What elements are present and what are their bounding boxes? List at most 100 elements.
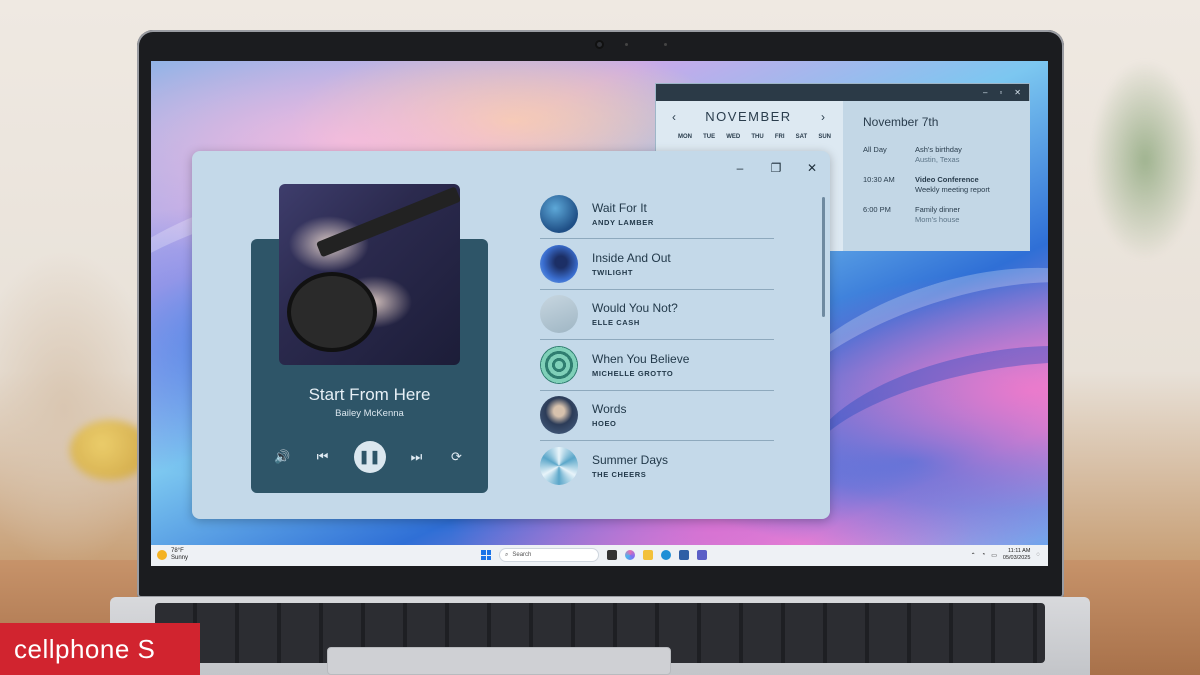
next-track-icon[interactable]: ⏭ xyxy=(408,449,426,465)
guitar-neck xyxy=(316,186,460,258)
search-placeholder: Search xyxy=(512,552,532,558)
song-artist: ELLE CASH xyxy=(592,318,640,328)
song-title: Summer Days xyxy=(592,453,669,468)
playlist-item[interactable]: Would You Not? ELLE CASH xyxy=(540,290,774,341)
calendar-minimize-button[interactable]: – xyxy=(983,88,987,97)
agenda-event[interactable]: 6:00 PM Family dinner Mom's house xyxy=(843,205,1030,225)
song-title: Inside And Out xyxy=(592,251,671,266)
calendar-weekday-row: MON TUE WED THU FRI SAT SUN xyxy=(656,124,843,140)
event-title: Ash's birthday xyxy=(915,145,962,154)
close-button[interactable]: ✕ xyxy=(806,161,818,175)
event-title: Family dinner xyxy=(915,205,961,214)
system-tray: ⌃ ◔ ▭ 11:11 AM 05/03/2025 ◌ xyxy=(971,548,1040,562)
calendar-close-button[interactable]: ✕ xyxy=(1014,88,1021,97)
taskbar-apps: ⌕ Search xyxy=(481,548,707,562)
store-icon[interactable] xyxy=(679,550,689,560)
calendar-month-label: NOVEMBER xyxy=(705,109,792,124)
weekday-fri: FRI xyxy=(774,134,785,140)
search-icon: ⌕ xyxy=(505,551,509,558)
weather-widget[interactable]: 78°F Sunny xyxy=(157,548,188,562)
event-subtitle: Mom's house xyxy=(915,215,960,224)
song-artist: HOEO xyxy=(592,419,617,429)
restore-button[interactable]: ❐ xyxy=(770,161,782,175)
now-playing-title: Start From Here xyxy=(308,385,431,404)
song-title: Would You Not? xyxy=(592,301,678,316)
playback-controls: 🔊 ⏮ ❚❚ ⏭ ⟳ xyxy=(251,441,488,473)
now-playing-artist: Bailey McKenna xyxy=(335,408,404,419)
event-subtitle: Austin, Texas xyxy=(915,155,960,164)
song-thumbnail xyxy=(540,345,578,384)
clock-date: 05/03/2025 xyxy=(1002,555,1031,561)
song-thumbnail xyxy=(540,245,578,284)
song-thumbnail xyxy=(540,194,578,233)
pause-button[interactable]: ❚❚ xyxy=(353,441,386,473)
music-player-window: – ❐ ✕ Start From Here Bailey McKenna 🔊 ⏮… xyxy=(192,151,830,519)
sensor-dot xyxy=(664,43,667,46)
copilot-icon[interactable] xyxy=(625,550,635,560)
song-title: When You Believe xyxy=(592,351,690,366)
guitar-body xyxy=(287,272,377,352)
minimize-button[interactable]: – xyxy=(734,161,746,175)
song-title: Words xyxy=(592,402,627,417)
webcam-icon xyxy=(595,40,604,49)
event-time: 10:30 AM xyxy=(863,175,895,184)
calendar-titlebar: – ▫ ✕ xyxy=(656,84,1029,101)
playlist: Wait For It ANDY LAMBER Inside And Out T… xyxy=(540,189,774,491)
playlist-scrollbar[interactable] xyxy=(822,197,825,317)
weekday-sat: SAT xyxy=(795,134,808,140)
background-plant xyxy=(1090,60,1200,260)
playlist-item[interactable]: Words HOEO xyxy=(540,391,774,441)
song-artist: ANDY LAMBER xyxy=(592,217,654,227)
weather-temp: 78°F xyxy=(171,548,184,554)
playlist-item[interactable]: Wait For It ANDY LAMBER xyxy=(540,189,774,240)
playlist-item[interactable]: When You Believe MICHELLE GROTTO xyxy=(540,340,774,391)
notification-bell-icon[interactable]: ◌ xyxy=(1036,552,1040,558)
background-decor xyxy=(0,250,160,570)
sun-icon xyxy=(157,550,167,560)
weekday-mon: MON xyxy=(678,134,692,140)
weekday-thu: THU xyxy=(751,134,764,140)
song-artist: MICHELLE GROTTO xyxy=(592,368,674,378)
song-thumbnail xyxy=(540,447,578,486)
wifi-icon[interactable]: ◔ xyxy=(982,552,986,558)
calendar-agenda: November 7th All Day Ash's birthday Aust… xyxy=(843,101,1030,251)
song-artist: TWILIGHT xyxy=(592,268,634,278)
taskbar: 78°F Sunny ⌕ Search ⌃ ◔ ▭ 11:11 AM 05/03… xyxy=(151,545,1048,566)
clock-time: 11:11 AM xyxy=(1008,548,1031,554)
windows-start-icon[interactable] xyxy=(481,550,491,560)
edge-icon[interactable] xyxy=(661,550,671,560)
album-cover xyxy=(279,184,460,365)
agenda-event[interactable]: 10:30 AM Video Conference Weekly meeting… xyxy=(843,175,1030,195)
chevron-up-icon[interactable]: ⌃ xyxy=(971,552,976,559)
teams-icon[interactable] xyxy=(697,550,707,560)
weather-desc: Sunny xyxy=(171,555,189,561)
song-title: Wait For It xyxy=(592,200,647,215)
task-view-icon[interactable] xyxy=(607,550,617,560)
weekday-wed: WED xyxy=(726,134,741,140)
battery-icon[interactable]: ▭ xyxy=(991,552,997,559)
calendar-maximize-button[interactable]: ▫ xyxy=(999,88,1002,97)
event-time: All Day xyxy=(863,145,887,154)
window-controls: – ❐ ✕ xyxy=(734,161,818,175)
volume-icon[interactable]: 🔊 xyxy=(274,449,292,465)
playlist-item[interactable]: Summer Days THE CHEERS xyxy=(540,441,774,491)
event-subtitle: Weekly meeting report xyxy=(915,185,990,194)
clock[interactable]: 11:11 AM 05/03/2025 xyxy=(1003,548,1031,562)
agenda-event[interactable]: All Day Ash's birthday Austin, Texas xyxy=(843,145,1030,165)
weekday-sun: SUN xyxy=(818,134,831,140)
song-artist: THE CHEERS xyxy=(592,470,647,480)
event-title: Video Conference xyxy=(915,175,979,184)
file-explorer-icon[interactable] xyxy=(643,550,653,560)
repeat-icon[interactable]: ⟳ xyxy=(448,449,466,465)
song-thumbnail xyxy=(540,396,578,435)
calendar-prev-button[interactable]: ‹ xyxy=(672,110,676,124)
calendar-next-button[interactable]: › xyxy=(821,110,825,124)
weekday-tue: TUE xyxy=(703,134,716,140)
playlist-item[interactable]: Inside And Out TWILIGHT xyxy=(540,239,774,290)
taskbar-search[interactable]: ⌕ Search xyxy=(499,548,599,562)
previous-track-icon[interactable]: ⏮ xyxy=(314,449,332,465)
brand-watermark: cellphone S xyxy=(0,623,200,675)
agenda-date: November 7th xyxy=(863,115,939,129)
touchpad xyxy=(327,647,671,675)
sensor-dot xyxy=(625,43,628,46)
